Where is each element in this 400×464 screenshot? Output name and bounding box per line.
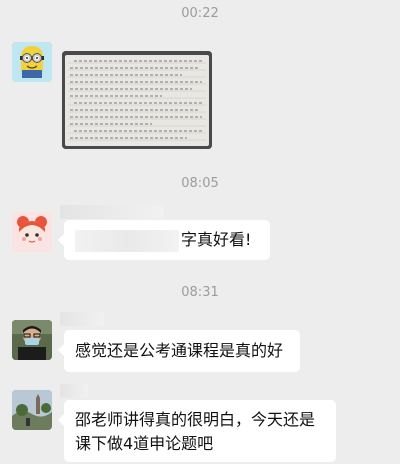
message-text: 感觉还是公考通课程是真的好 <box>75 341 284 360</box>
message-text-line: 邵老师讲得真的很明白，今天还是 <box>75 410 316 429</box>
sender-name-redacted <box>60 384 88 398</box>
message-bubble[interactable]: 邵老师讲得真的很明白，今天还是 课下做4道申论题吧 <box>58 400 336 462</box>
sender-name-redacted <box>60 205 164 219</box>
minion-avatar-icon[interactable] <box>12 42 52 82</box>
redacted-text-block <box>75 229 179 252</box>
message-text-line: 课下做4道申论题吧 <box>75 434 214 453</box>
timestamp: 08:05 <box>181 176 219 191</box>
message-bubble[interactable]: 感觉还是公考通课程是真的好 <box>58 330 300 372</box>
message-text: 字真好看! <box>181 230 252 249</box>
landscape-avatar-icon[interactable] <box>12 390 52 430</box>
man-with-mask-avatar-icon[interactable] <box>12 320 52 360</box>
timestamp: 00:22 <box>181 6 219 21</box>
sender-name-redacted <box>60 312 104 326</box>
timestamp: 08:31 <box>181 285 219 300</box>
message-bubble[interactable]: 字真好看! <box>58 220 270 260</box>
cartoon-girl-avatar-icon[interactable] <box>12 212 52 252</box>
handwritten-essay-image[interactable] <box>62 51 212 149</box>
